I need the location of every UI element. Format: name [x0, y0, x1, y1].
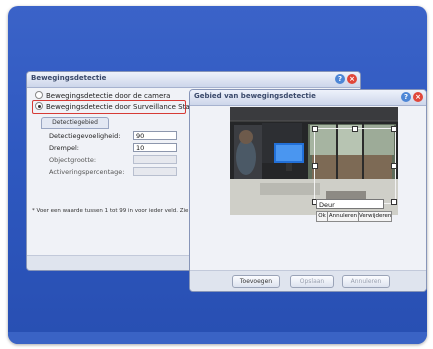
radio-icon[interactable] [35, 91, 43, 99]
radio-label: Bewegingsdetectie door Surveillance Stat… [46, 103, 204, 111]
close-icon[interactable]: × [347, 74, 357, 84]
radio-station-detection[interactable]: Bewegingsdetectie door Surveillance Stat… [35, 102, 204, 111]
help-icon[interactable]: ? [401, 92, 411, 102]
resize-handle[interactable] [352, 126, 358, 132]
resize-handle[interactable] [391, 126, 397, 132]
detection-area-window: Gebied van bewegingsdetectie ? × Deur Ok… [189, 89, 427, 292]
delete-region-button[interactable]: Verwijderen [358, 211, 392, 222]
resize-handle[interactable] [312, 163, 318, 169]
close-icon[interactable]: × [413, 92, 423, 102]
sensitivity-label: Detectiegevoeligheid: [49, 132, 121, 140]
threshold-label: Drempel: [49, 144, 79, 152]
activation-input[interactable] [133, 167, 177, 176]
abort-button[interactable]: Annuleren [342, 275, 390, 288]
object-size-label: Objectgrootte: [49, 156, 97, 164]
tab-detection-area[interactable]: Detectiegebied [41, 117, 109, 129]
radio-label: Bewegingsdetectie door de camera [46, 92, 171, 100]
resize-handle[interactable] [312, 126, 318, 132]
window-title: Gebied van bewegingsdetectie [194, 92, 316, 100]
object-size-input[interactable] [133, 155, 177, 164]
resize-handle[interactable] [391, 199, 397, 205]
value-range-note: * Voer een waarde tussen 1 tot 99 in voo… [32, 208, 195, 214]
taskbar [8, 332, 427, 344]
activation-label: Activeringspercentage: [49, 168, 125, 176]
region-name-input[interactable]: Deur [316, 199, 384, 209]
add-button[interactable]: Toevoegen [232, 275, 280, 288]
detection-area-titlebar: Gebied van bewegingsdetectie ? × [190, 90, 426, 106]
desktop-background: Bewegingsdetectie ? × Bewegingsdetectie … [8, 6, 427, 344]
detection-area-footer: Toevoegen Opslaan Annuleren [190, 270, 426, 291]
threshold-input[interactable]: 10 [133, 143, 177, 152]
radio-selected-icon[interactable] [35, 102, 43, 110]
resize-handle[interactable] [391, 163, 397, 169]
save-button[interactable]: Opslaan [290, 275, 334, 288]
radio-camera-detection[interactable]: Bewegingsdetectie door de camera [35, 91, 171, 100]
motion-detection-titlebar: Bewegingsdetectie ? × [27, 72, 360, 88]
help-icon[interactable]: ? [335, 74, 345, 84]
cancel-region-button[interactable]: Annuleren [327, 211, 359, 222]
sensitivity-input[interactable]: 90 [133, 131, 177, 140]
detection-region[interactable] [312, 126, 397, 205]
window-title: Bewegingsdetectie [31, 74, 107, 82]
